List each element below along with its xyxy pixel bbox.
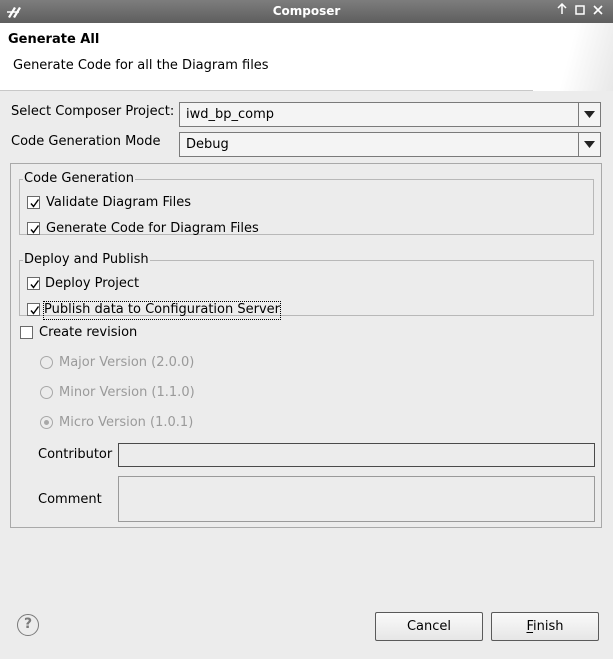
mode-select-value: Debug — [186, 137, 229, 152]
page-description: Generate Code for all the Diagram files — [13, 58, 269, 73]
code-generation-title: Code Generation — [23, 171, 135, 186]
finish-label-rest: inish — [533, 619, 564, 634]
deploy-label: Deploy Project — [45, 276, 140, 291]
contributor-field[interactable] — [118, 443, 595, 467]
major-version-radio[interactable] — [40, 356, 53, 369]
chevron-down-icon — [584, 111, 595, 118]
project-select-value: iwd_bp_comp — [186, 107, 275, 122]
comment-label: Comment — [38, 492, 102, 507]
mode-select[interactable]: Debug — [179, 132, 601, 157]
minor-version-radio[interactable] — [40, 386, 53, 399]
publish-checkbox[interactable] — [27, 303, 40, 316]
page-title: Generate All — [8, 32, 100, 47]
create-revision-checkbox[interactable] — [20, 326, 33, 339]
checkmark-icon — [30, 199, 40, 208]
window-title: Composer — [272, 4, 341, 18]
micro-version-radio[interactable] — [40, 416, 53, 429]
major-version-label: Major Version (2.0.0) — [59, 355, 195, 370]
finish-button[interactable]: Finish — [491, 612, 599, 641]
pin-icon[interactable] — [554, 2, 570, 20]
checkmark-icon — [30, 280, 40, 289]
help-icon[interactable]: ? — [17, 614, 39, 636]
deploy-publish-title: Deploy and Publish — [23, 252, 150, 267]
checkmark-icon — [30, 225, 40, 234]
project-label: Select Composer Project: — [11, 104, 175, 119]
header-banner: Generate All Generate Code for all the D… — [0, 23, 613, 91]
maximize-icon[interactable] — [572, 2, 588, 20]
banner-decoration — [533, 23, 613, 91]
mode-dropdown-button[interactable] — [578, 133, 600, 156]
publish-label: Publish data to Configuration Server — [43, 301, 281, 320]
generate-label: Generate Code for Diagram Files — [46, 221, 259, 236]
minor-version-label: Minor Version (1.1.0) — [59, 385, 195, 400]
validate-checkbox[interactable] — [27, 196, 40, 209]
project-select[interactable]: iwd_bp_comp — [179, 102, 601, 127]
deploy-checkbox[interactable] — [27, 277, 40, 290]
comment-field[interactable] — [118, 476, 595, 522]
create-revision-label: Create revision — [39, 325, 138, 340]
contributor-label: Contributor — [38, 447, 113, 462]
cancel-button[interactable]: Cancel — [375, 612, 483, 641]
close-icon[interactable] — [590, 2, 606, 20]
checkmark-icon — [30, 306, 40, 315]
mode-label: Code Generation Mode — [11, 134, 161, 149]
chevron-down-icon — [584, 141, 595, 148]
validate-label: Validate Diagram Files — [46, 195, 191, 210]
micro-version-label: Micro Version (1.0.1) — [59, 415, 194, 430]
title-bar: Composer — [0, 0, 613, 23]
generate-checkbox[interactable] — [27, 222, 40, 235]
radio-selected-dot — [44, 420, 49, 425]
project-dropdown-button[interactable] — [578, 103, 600, 126]
